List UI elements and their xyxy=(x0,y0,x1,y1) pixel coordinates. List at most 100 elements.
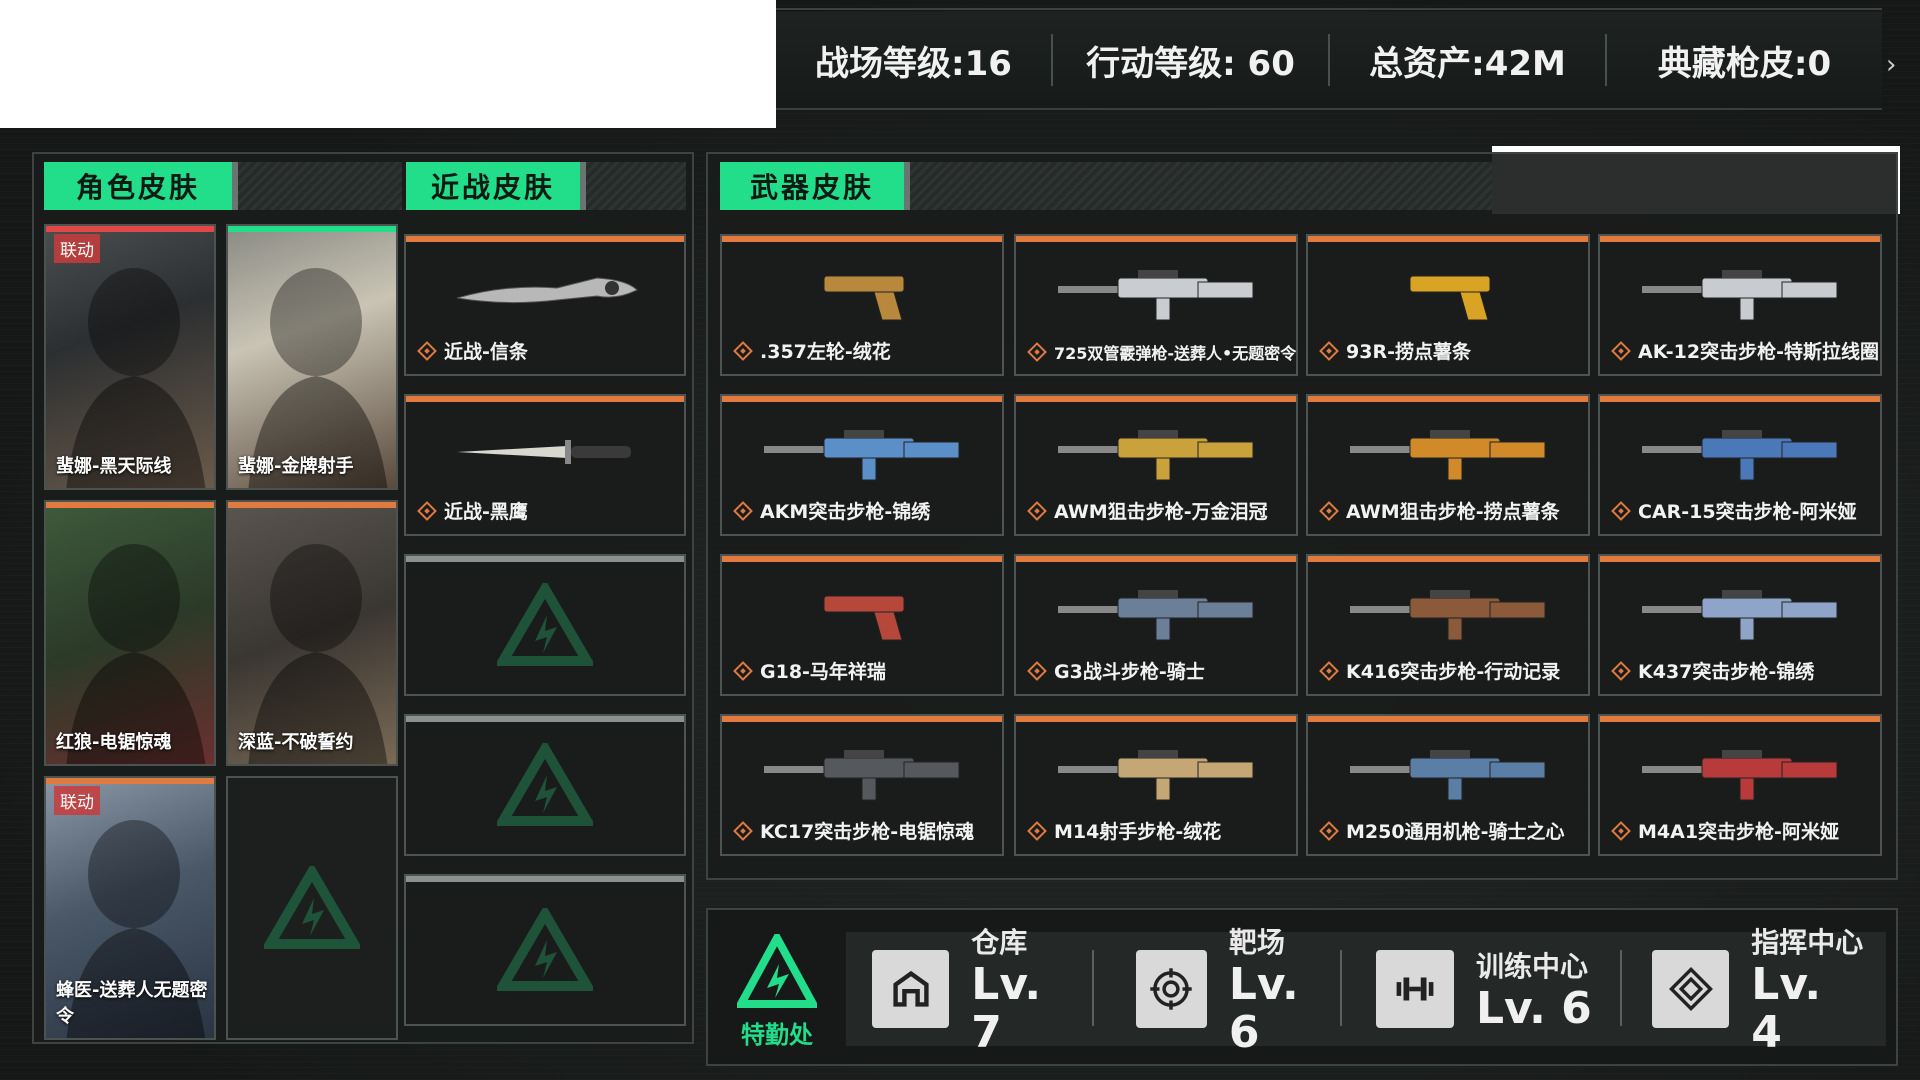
weapon-skin-name: G18-马年祥瑞 xyxy=(760,661,886,683)
weapon-skin-name: M14射手步枪-绒花 xyxy=(1054,821,1222,843)
facility-target[interactable]: 靶场 Lv. 6 xyxy=(1112,926,1334,1057)
operation-level: 行动等级: 60 xyxy=(1051,34,1328,86)
rarity-diamond-icon xyxy=(1611,500,1631,521)
character-skin-card[interactable]: 联动蜚娜-黑天际线 xyxy=(44,224,216,490)
empty-character-slot xyxy=(226,776,398,1040)
facility-name: 训练中心 xyxy=(1476,949,1589,983)
facility-dumbbell[interactable]: 训练中心 Lv. 6 xyxy=(1352,932,1614,1046)
character-portrait xyxy=(66,544,206,764)
header-decoration xyxy=(586,162,686,210)
weapon-skin-label: AKM突击步枪-锦绣 xyxy=(733,497,930,524)
rarity-diamond-icon xyxy=(417,500,437,521)
weapon-skin-card[interactable]: .357左轮-绒花 xyxy=(720,234,1004,376)
melee-skin-card[interactable]: 近战-信条 xyxy=(404,234,686,376)
weapon-skin-name: G3战斗步枪-骑士 xyxy=(1054,661,1205,683)
weapon-skin-label: AK-12突击步枪-特斯拉线圈 xyxy=(1611,337,1879,364)
character-portrait xyxy=(66,268,206,488)
weapon-skin-card[interactable]: G3战斗步枪-骑士 xyxy=(1014,554,1298,696)
weapon-image xyxy=(764,430,960,481)
weapon-skin-card[interactable]: KC17突击步枪-电锯惊魂 xyxy=(720,714,1004,856)
character-skin-card[interactable]: 蜚娜-金牌射手 xyxy=(226,224,398,490)
weapon-skin-card[interactable]: AWM狙击步枪-万金泪冠 xyxy=(1014,394,1298,536)
rarity-diamond-icon xyxy=(1611,340,1631,361)
character-skin-card[interactable]: 深蓝-不破誓约 xyxy=(226,500,398,766)
rarity-bar xyxy=(406,556,684,562)
weapon-skin-name: 93R-捞点薯条 xyxy=(1346,341,1471,363)
weapon-skin-name: AK-12突击步枪-特斯拉线圈 xyxy=(1638,341,1879,363)
dagger-icon xyxy=(457,440,631,464)
collab-badge: 联动 xyxy=(54,234,100,263)
rarity-bar xyxy=(406,236,684,242)
facility-warehouse[interactable]: 仓库 Lv. 7 xyxy=(848,926,1086,1057)
character-skin-card[interactable]: 红狼-电锯惊魂 xyxy=(44,500,216,766)
rarity-diamond-icon xyxy=(733,500,753,521)
weapon-skin-card[interactable]: 725双管霰弹枪-送葬人•无题密令 xyxy=(1014,234,1298,376)
weapon-skin-label: M14射手步枪-绒花 xyxy=(1027,817,1222,844)
character-skin-label: 蜂医-送葬人无题密令 xyxy=(56,980,208,1027)
weapon-skin-label: M250通用机枪-骑士之心 xyxy=(1319,817,1564,844)
divider xyxy=(1340,950,1342,1026)
empty-melee-slot xyxy=(404,874,686,1026)
weapon-skin-label: AWM狙击步枪-捞点薯条 xyxy=(1319,497,1560,524)
triangle-logo-icon xyxy=(264,866,360,949)
stats-bar: 战场等级:16 行动等级: 60 总资产:42M 典藏枪皮:0 › xyxy=(776,8,1896,110)
facility-level: Lv. 6 xyxy=(1228,958,1299,1058)
rarity-bar xyxy=(1308,556,1588,562)
character-skin-card[interactable]: 联动蜂医-送葬人无题密令 xyxy=(44,776,216,1040)
weapon-skin-card[interactable]: 93R-捞点薯条 xyxy=(1306,234,1590,376)
rarity-diamond-icon xyxy=(1319,340,1339,361)
weapon-skin-card[interactable]: G18-马年祥瑞 xyxy=(720,554,1004,696)
melee-skin-card[interactable]: 近战-黑鹰 xyxy=(404,394,686,536)
facility-level: Lv. 4 xyxy=(1751,958,1822,1058)
knife-icon xyxy=(456,277,638,304)
weapon-skin-label: .357左轮-绒花 xyxy=(733,337,891,364)
chevron-right-icon[interactable]: › xyxy=(1886,50,1906,80)
rarity-bar xyxy=(1600,236,1880,242)
rarity-diamond-icon xyxy=(1319,820,1339,841)
logistics-logo[interactable]: 特勤处 xyxy=(722,929,832,1050)
weapon-skin-name: AWM狙击步枪-捞点薯条 xyxy=(1346,501,1560,523)
rarity-bar xyxy=(1016,236,1296,242)
weapon-skin-card[interactable]: AKM突击步枪-锦绣 xyxy=(720,394,1004,536)
weapon-skins-header: 武器皮肤 xyxy=(720,162,910,210)
rarity-diamond-icon xyxy=(1611,820,1631,841)
facility-command[interactable]: 指挥中心 Lv. 4 xyxy=(1628,926,1866,1057)
character-skin-label: 蜚娜-黑天际线 xyxy=(56,456,172,477)
rarity-bar xyxy=(722,236,1002,242)
weapon-skin-label: CAR-15突击步枪-阿米娅 xyxy=(1611,497,1857,524)
weapon-skin-card[interactable]: AWM狙击步枪-捞点薯条 xyxy=(1306,394,1590,536)
facility-level: Lv. 6 xyxy=(1476,982,1592,1034)
character-skin-label: 蜚娜-金牌射手 xyxy=(238,456,354,477)
weapon-skin-card[interactable]: CAR-15突击步枪-阿米娅 xyxy=(1598,394,1882,536)
facilities-bar: 特勤处 仓库 Lv. 7 靶场 Lv. 6 训练中心 Lv. 6 指挥中心 Lv… xyxy=(706,908,1898,1066)
weapon-skin-label: AWM狙击步枪-万金泪冠 xyxy=(1027,497,1268,524)
weapon-skin-name: 725双管霰弹枪-送葬人•无题密令 xyxy=(1054,344,1297,363)
weapon-skin-card[interactable]: K416突击步枪-行动记录 xyxy=(1306,554,1590,696)
rarity-diamond-icon xyxy=(1319,660,1339,681)
weapon-skin-card[interactable]: K437突击步枪-锦绣 xyxy=(1598,554,1882,696)
rarity-diamond-icon xyxy=(1027,342,1047,362)
facility-name: 靶场 xyxy=(1228,925,1285,959)
weapon-skin-card[interactable]: M4A1突击步枪-阿米娅 xyxy=(1598,714,1882,856)
collab-badge: 联动 xyxy=(54,786,100,815)
melee-skin-name: 近战-黑鹰 xyxy=(444,501,528,523)
triangle-logo-icon xyxy=(497,908,593,991)
weapon-skin-card[interactable]: AK-12突击步枪-特斯拉线圈 xyxy=(1598,234,1882,376)
triangle-logo-icon xyxy=(497,743,593,826)
rarity-bar xyxy=(406,396,684,402)
rarity-bar xyxy=(1600,396,1880,402)
warehouse-icon xyxy=(872,950,950,1028)
weapon-skin-card[interactable]: M14射手步枪-绒花 xyxy=(1014,714,1298,856)
weapon-skin-card[interactable]: M250通用机枪-骑士之心 xyxy=(1306,714,1590,856)
divider xyxy=(1620,950,1622,1026)
weapon-skin-label: 725双管霰弹枪-送葬人•无题密令 xyxy=(1027,340,1297,364)
weapon-skin-name: .357左轮-绒花 xyxy=(760,341,891,363)
weapon-skin-label: M4A1突击步枪-阿米娅 xyxy=(1611,817,1839,844)
melee-skin-name: 近战-信条 xyxy=(444,341,528,363)
rarity-bar xyxy=(1600,716,1880,722)
melee-skin-label: 近战-黑鹰 xyxy=(417,497,528,524)
header-decoration xyxy=(910,162,1492,210)
redacted-area-top-left xyxy=(0,0,776,128)
weapon-image xyxy=(1350,590,1546,641)
character-portrait xyxy=(248,544,388,764)
